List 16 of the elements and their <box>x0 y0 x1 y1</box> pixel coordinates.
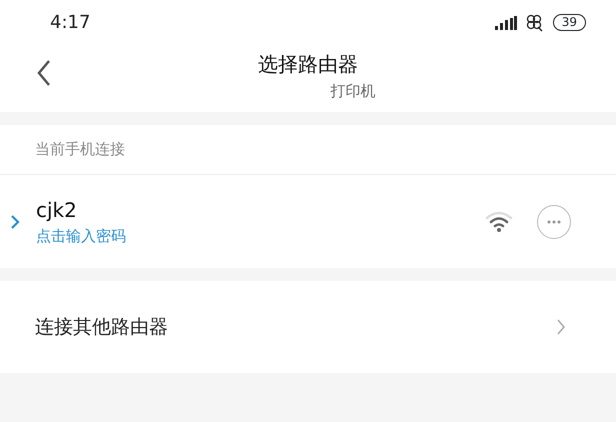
chevron-icon[interactable] <box>10 214 20 230</box>
more-button[interactable] <box>537 204 571 238</box>
chevron-icon <box>556 318 566 336</box>
network-name: cjk2 <box>36 197 78 224</box>
more-icon <box>547 220 561 224</box>
page-title: 选择路由器 <box>258 51 358 78</box>
wifi-icon <box>485 210 513 232</box>
status-time: 4:17 <box>50 11 90 35</box>
page-subtitle: 打印机 <box>330 81 376 102</box>
password-link[interactable]: 点击输入密码 <box>36 225 485 248</box>
clover-icon <box>524 14 545 32</box>
signal-icon <box>494 16 517 30</box>
battery-level: 39 <box>552 14 586 31</box>
back-icon[interactable] <box>36 59 52 87</box>
section-label: 当前手机连接 <box>35 139 125 160</box>
other-router-item[interactable]: 连接其他路由器 <box>0 281 616 373</box>
